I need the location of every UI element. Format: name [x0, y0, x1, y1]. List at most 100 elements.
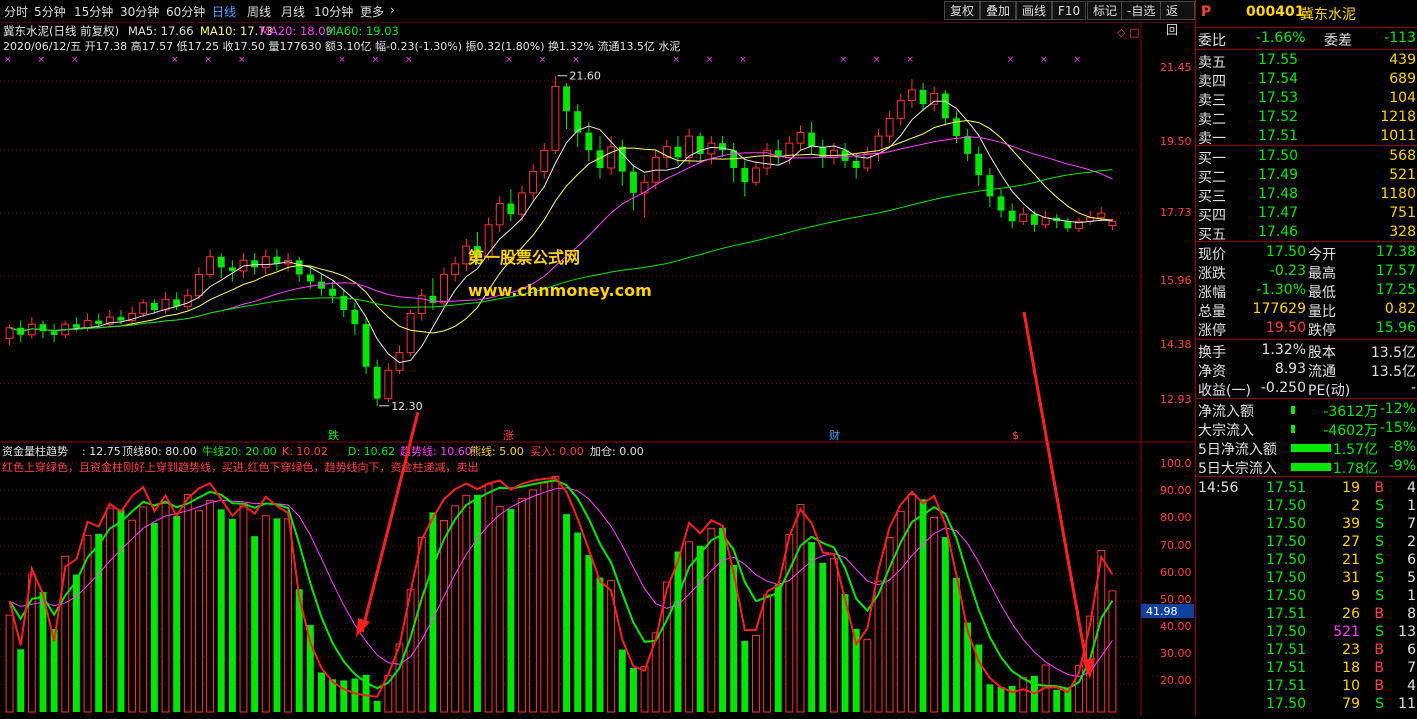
mark-button[interactable]: 标记 [1087, 1, 1124, 20]
ask-row: 卖四 17.54 689 [1196, 71, 1417, 90]
tick-side: S [1375, 624, 1384, 640]
candle-body [1064, 221, 1072, 229]
quote-panel: P 000401 冀东水泥 委比 -1.66% 委差 -113 卖五 17.55 4… [1195, 0, 1417, 716]
flow-value: -4602万 [1323, 423, 1378, 439]
candle-body [796, 132, 805, 144]
money-bar [863, 639, 872, 713]
f10-button[interactable]: F10 [1052, 1, 1087, 20]
money-bar [183, 494, 192, 713]
tab-fenshi[interactable]: 分时 [4, 3, 28, 20]
indicator-param: K: 10.02 [282, 445, 328, 458]
tick-row: 17.50 79 S 11 [1196, 696, 1417, 714]
ask-volume: 1011 [1380, 128, 1416, 144]
tick-time: 14:56 [1198, 480, 1239, 496]
stock-code[interactable]: 000401 [1246, 4, 1304, 20]
diamond-icon[interactable]: ◇ □ [1117, 26, 1139, 39]
tick-side: S [1375, 696, 1384, 712]
money-bar [139, 506, 148, 713]
fund-row: 换手 1.32% 股本 13.5亿 [1196, 342, 1417, 361]
tab-monthly[interactable]: 月线 [281, 3, 305, 20]
tab-10min[interactable]: 10分钟 [314, 3, 353, 20]
stat-value: 19.50 [1265, 320, 1306, 336]
tick-side: S [1375, 516, 1384, 532]
fund-label: 流通 [1308, 364, 1336, 380]
fund-value: 13.5亿 [1370, 364, 1416, 380]
indicator-name: 资金量柱趋势 [2, 444, 68, 458]
money-bar [429, 512, 437, 712]
tab-daily[interactable]: 日线 [212, 3, 236, 20]
ask-row: 卖一 17.51 1011 [1196, 128, 1417, 147]
tick-count: 4 [1407, 480, 1416, 496]
candle-body [640, 181, 649, 194]
tab-5min[interactable]: 5分钟 [34, 3, 66, 20]
bid-volume: 328 [1389, 224, 1416, 240]
tab-weekly[interactable]: 周线 [247, 3, 271, 20]
tab-15min[interactable]: 15分钟 [74, 3, 113, 20]
money-bar [306, 625, 314, 712]
indicator-param: 牛线20: 20.00 [202, 444, 277, 458]
candle-body [362, 324, 370, 367]
indicator-param: D: 10.62 [348, 445, 395, 458]
candle-body [829, 149, 838, 158]
money-bar [585, 555, 593, 712]
candle-body [685, 135, 694, 158]
fund-value: 8.93 [1274, 361, 1306, 377]
bid-row: 买四 17.47 751 [1196, 205, 1417, 224]
back-button[interactable]: 返回 [1160, 1, 1195, 37]
money-bar [707, 527, 716, 713]
kline-chart[interactable]: × × × × × × × × × × × × × × × × × × × × × 冀东水泥(日线 前复权) MA5: … [0, 22, 1195, 716]
tick-count: 8 [1407, 606, 1416, 622]
bid-price: 17.47 [1258, 205, 1299, 221]
money-bar [563, 514, 571, 712]
signal-marker: × [205, 55, 213, 65]
indicator-param: 加仓: 0.00 [590, 444, 644, 458]
stat-label: 今开 [1308, 247, 1336, 263]
money-bar [829, 558, 838, 713]
flow-bar [1291, 463, 1331, 471]
candle-body [495, 203, 504, 226]
event-marker-finance[interactable]: 财 [829, 428, 840, 442]
money-bar [986, 684, 994, 712]
money-bar [417, 536, 426, 713]
candle-body [429, 295, 437, 303]
event-marker-dividend[interactable]: $ [1012, 429, 1019, 442]
indicator-tick: 30.00 [1160, 647, 1192, 660]
tick-price: 17.50 [1266, 516, 1307, 532]
overlay-button[interactable]: 叠加 [980, 1, 1017, 20]
tab-30min[interactable]: 30分钟 [120, 3, 159, 20]
fund-label: 股本 [1308, 345, 1336, 361]
candle-body [607, 146, 616, 169]
stock-name[interactable]: 冀东水泥 [1300, 4, 1356, 24]
adjust-button[interactable]: 复权 [944, 1, 981, 20]
watchlist-button[interactable]: -自选 [1121, 1, 1162, 20]
more-chevron-icon[interactable]: › [390, 3, 395, 17]
ask-row: 卖五 17.55 439 [1196, 52, 1417, 71]
event-marker-down[interactable]: 跌 [328, 428, 339, 442]
candle-body [941, 93, 949, 119]
tab-60min[interactable]: 60分钟 [166, 3, 205, 20]
chart-area[interactable]: × × × × × × × × × × × × × × × × × × × × × 冀东水泥(日线 前复权) MA5: … [0, 22, 1195, 716]
draw-button[interactable]: 画线 [1016, 1, 1053, 20]
tick-row: 17.50 31 S 5 [1196, 570, 1417, 588]
tab-more[interactable]: 更多 [360, 3, 384, 20]
signal-marker: × [238, 55, 246, 65]
fund-label: 换手 [1198, 345, 1226, 361]
ask-label: 卖四 [1198, 74, 1226, 90]
money-bar [228, 518, 236, 712]
price-tick: 21.45 [1160, 61, 1192, 74]
candle-body [295, 260, 303, 275]
candle-body [896, 100, 905, 119]
tick-row: 17.50 9 S 1 [1196, 588, 1417, 606]
signal-marker: × [372, 55, 380, 65]
candle-body [1030, 214, 1038, 225]
signal-marker: × [505, 55, 513, 65]
price-tick: 12.93 [1160, 393, 1192, 406]
indicator-tick: 70.00 [1160, 539, 1192, 552]
money-bar [574, 532, 582, 712]
money-bar [741, 640, 749, 712]
candle-body [529, 171, 538, 194]
tick-row: 17.50 521 S 13 [1196, 624, 1417, 642]
money-bar [1019, 677, 1028, 713]
event-marker-up[interactable]: 涨 [503, 429, 514, 442]
stat-label: 跌停 [1308, 323, 1336, 339]
